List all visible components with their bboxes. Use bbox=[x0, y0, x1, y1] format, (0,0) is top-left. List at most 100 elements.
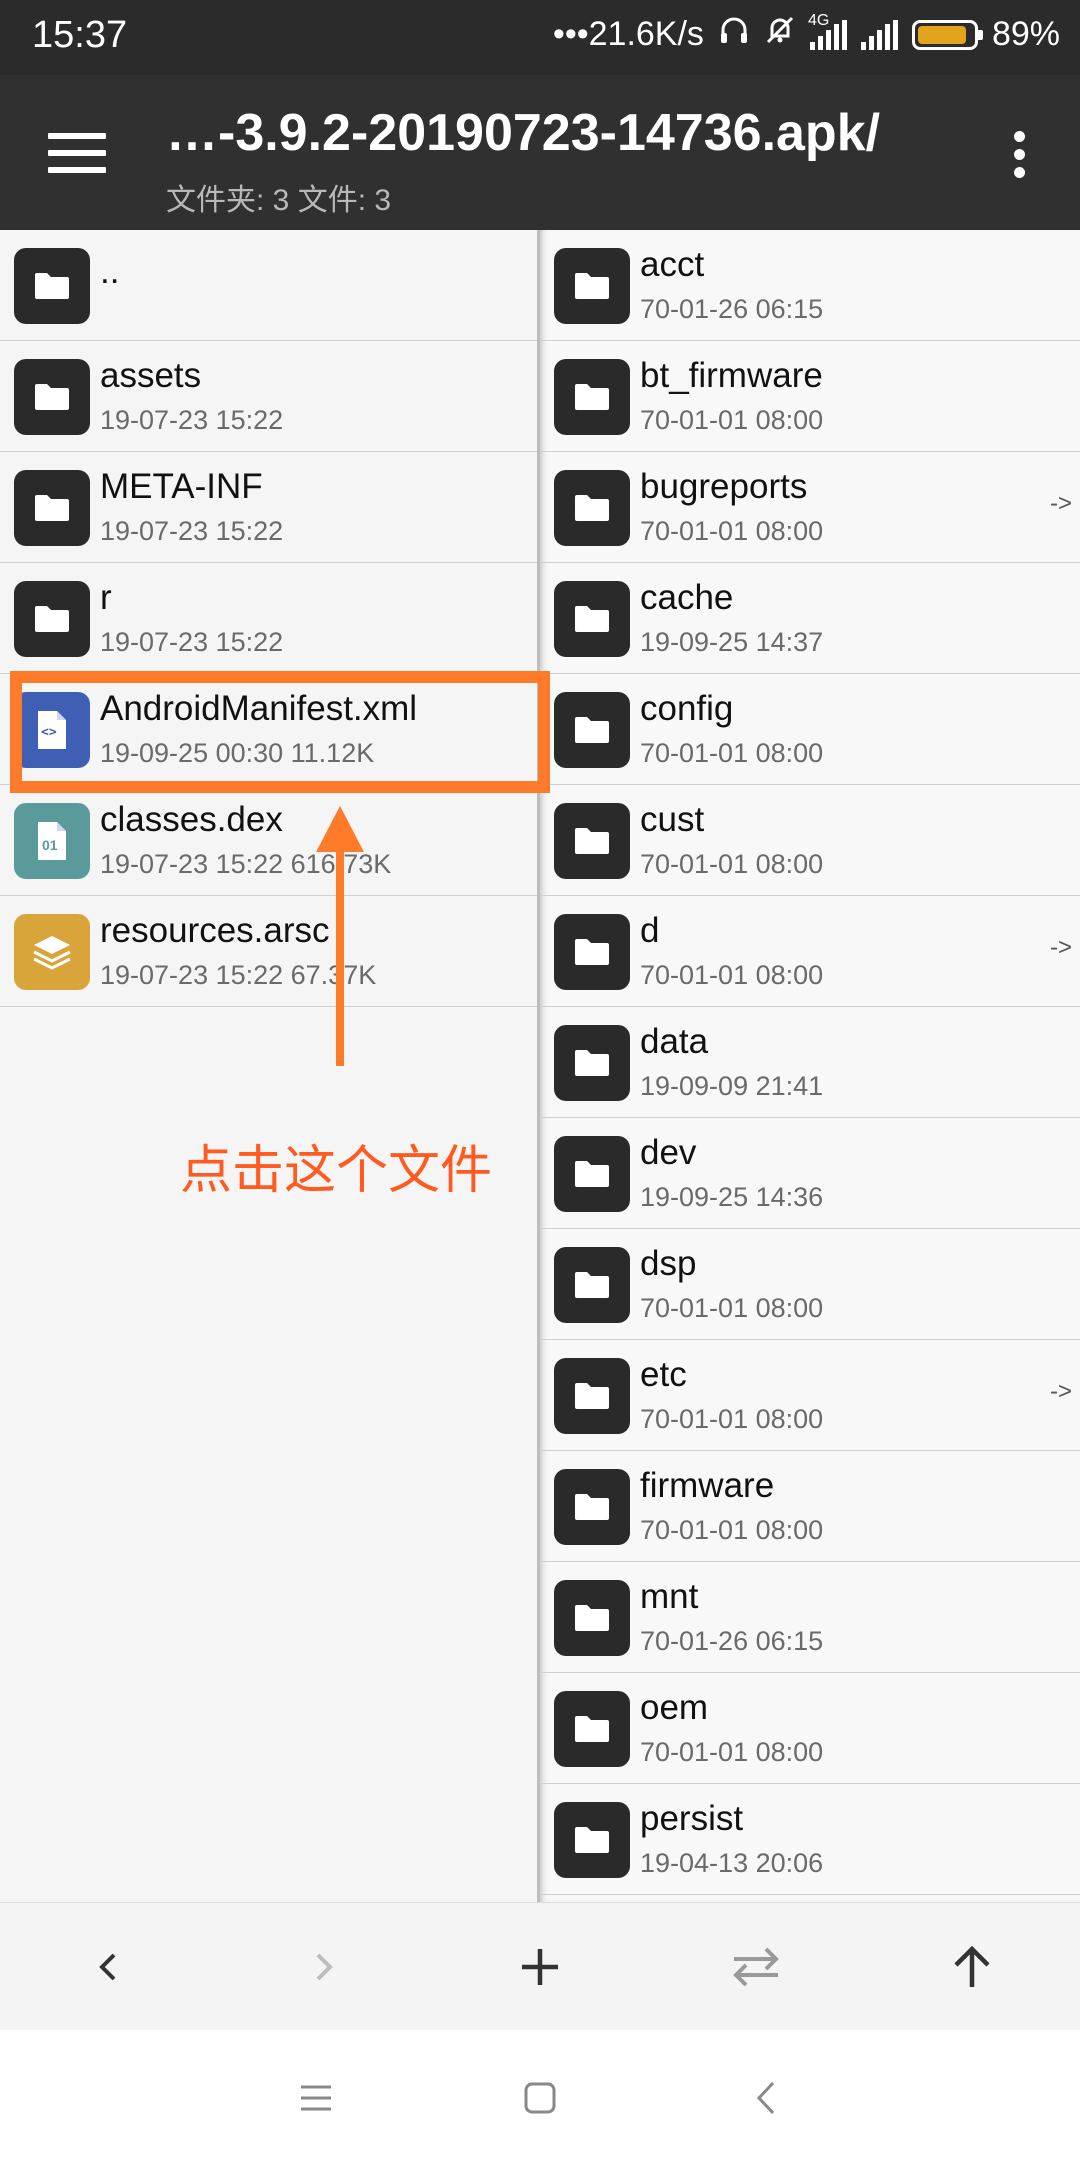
left_pane-item[interactable]: resources.arsc 19-07-23 15:22 67.37K bbox=[0, 896, 537, 1007]
file-name: bugreports bbox=[640, 467, 808, 506]
right-file-pane[interactable]: acct 70-01-26 06:15 bt_firmware 70-01-01 08… bbox=[540, 230, 1080, 1902]
folder-icon bbox=[14, 359, 90, 435]
status-icons: •••21.6K/s 4G 89% bbox=[552, 11, 1060, 55]
file-name: data bbox=[640, 1022, 709, 1061]
file-name: cust bbox=[640, 800, 705, 839]
symlink-indicator: -> bbox=[1049, 934, 1072, 961]
folder-icon bbox=[554, 803, 630, 879]
left_pane-item[interactable]: 01 classes.dex 19-07-23 15:22 616.73K bbox=[0, 785, 537, 896]
status-bar: 15:37 •••21.6K/s 4G 89% bbox=[0, 0, 1080, 75]
file-meta: 70-01-26 06:15 bbox=[640, 1626, 824, 1656]
file-meta: 70-01-01 08:00 bbox=[640, 405, 824, 435]
forward-arrow-icon[interactable] bbox=[288, 1931, 360, 2003]
back-icon[interactable] bbox=[736, 2068, 796, 2128]
file-meta: 19-09-09 21:41 bbox=[640, 1071, 824, 1101]
file-name: classes.dex bbox=[100, 800, 283, 839]
right_pane-item[interactable]: bt_firmware 70-01-01 08:00 bbox=[540, 341, 1080, 452]
left_pane-item[interactable]: assets 19-07-23 15:22 bbox=[0, 341, 537, 452]
folder-icon bbox=[554, 692, 630, 768]
dex-file-icon: 01 bbox=[14, 803, 90, 879]
home-icon[interactable] bbox=[510, 2068, 570, 2128]
highlight-box bbox=[10, 671, 550, 793]
menu-icon[interactable] bbox=[286, 2068, 346, 2128]
file-name: persist bbox=[640, 1799, 744, 1838]
network-type: 4G bbox=[807, 11, 830, 29]
folder-icon bbox=[14, 248, 90, 324]
left_pane-item[interactable]: r 19-07-23 15:22 bbox=[0, 563, 537, 674]
file-name: etc bbox=[640, 1355, 687, 1394]
right_pane-item[interactable]: acct 70-01-26 06:15 bbox=[540, 230, 1080, 341]
left_pane-item[interactable]: META-INF 19-07-23 15:22 bbox=[0, 452, 537, 563]
file-meta: 19-07-23 15:22 bbox=[100, 405, 284, 435]
battery-icon bbox=[911, 19, 983, 50]
file-meta: 19-07-23 15:22 616.73K bbox=[100, 849, 392, 879]
folder-icon bbox=[554, 359, 630, 435]
right_pane-item[interactable]: bugreports 70-01-01 08:00 -> bbox=[540, 452, 1080, 563]
status-time: 15:37 bbox=[32, 14, 128, 56]
file-name: r bbox=[100, 578, 112, 617]
mute-bell-icon bbox=[764, 14, 796, 55]
file-meta: 70-01-01 08:00 bbox=[640, 960, 824, 990]
annotation-arrow bbox=[336, 838, 344, 1066]
left_pane-item[interactable]: .. bbox=[0, 230, 537, 341]
folder-icon bbox=[554, 914, 630, 990]
file-meta: 70-01-01 08:00 bbox=[640, 849, 824, 879]
file-name: bt_firmware bbox=[640, 356, 823, 395]
right_pane-item[interactable]: dev 19-09-25 14:36 bbox=[540, 1118, 1080, 1229]
up-arrow-icon[interactable] bbox=[936, 1931, 1008, 2003]
right_pane-item[interactable]: config 70-01-01 08:00 bbox=[540, 674, 1080, 785]
folder-icon bbox=[554, 470, 630, 546]
net-speed: •••21.6K/s bbox=[552, 15, 704, 53]
file-meta: 19-07-23 15:22 67.37K bbox=[100, 960, 377, 990]
file-name: mnt bbox=[640, 1577, 699, 1616]
hamburger-icon[interactable] bbox=[48, 133, 106, 173]
file-meta: 70-01-01 08:00 bbox=[640, 1404, 824, 1434]
right_pane-item[interactable]: oem 70-01-01 08:00 bbox=[540, 1673, 1080, 1784]
file-meta: 70-01-01 08:00 bbox=[640, 1293, 824, 1323]
plus-icon[interactable] bbox=[504, 1931, 576, 2003]
bottom-action-bar bbox=[0, 1902, 1080, 2031]
overflow-icon[interactable] bbox=[1014, 131, 1026, 179]
left-file-pane[interactable]: .. assets 19-07-23 15:22 META-INF 19-07-23 1… bbox=[0, 230, 540, 1902]
system-nav-bar bbox=[0, 2030, 1080, 2160]
right_pane-item[interactable]: persist 19-04-13 20:06 bbox=[540, 1784, 1080, 1895]
back-arrow-icon[interactable] bbox=[72, 1931, 144, 2003]
folder-icon bbox=[554, 1580, 630, 1656]
folder-icon bbox=[554, 1802, 630, 1878]
folder-icon bbox=[14, 470, 90, 546]
folder-icon bbox=[554, 1358, 630, 1434]
file-name: dsp bbox=[640, 1244, 697, 1283]
folder-icon bbox=[554, 1025, 630, 1101]
right_pane-item[interactable]: mnt 70-01-26 06:15 bbox=[540, 1562, 1080, 1673]
right_pane-item[interactable]: d 70-01-01 08:00 -> bbox=[540, 896, 1080, 1007]
file-meta: 70-01-01 08:00 bbox=[640, 516, 824, 546]
file-meta: 19-09-25 14:36 bbox=[640, 1182, 824, 1212]
file-meta: 19-09-25 14:37 bbox=[640, 627, 824, 657]
file-name: cache bbox=[640, 578, 734, 617]
file-name: resources.arsc bbox=[100, 911, 330, 950]
symlink-indicator: -> bbox=[1049, 490, 1072, 517]
right_pane-item[interactable]: dsp 70-01-01 08:00 bbox=[540, 1229, 1080, 1340]
file-meta: 19-04-13 20:06 bbox=[640, 1848, 824, 1878]
app-toolbar: …-3.9.2-20190723-14736.apk/ 文件夹: 3 文件: 3 bbox=[0, 75, 1080, 230]
file-meta: 70-01-01 08:00 bbox=[640, 738, 824, 768]
file-name: config bbox=[640, 689, 734, 728]
swap-icon[interactable] bbox=[720, 1931, 792, 2003]
right_pane-item[interactable]: etc 70-01-01 08:00 -> bbox=[540, 1340, 1080, 1451]
file-meta: 19-07-23 15:22 bbox=[100, 516, 284, 546]
right_pane-item[interactable]: data 19-09-09 21:41 bbox=[540, 1007, 1080, 1118]
file-name: dev bbox=[640, 1133, 697, 1172]
symlink-indicator: -> bbox=[1049, 1378, 1072, 1405]
right_pane-item[interactable]: cust 70-01-01 08:00 bbox=[540, 785, 1080, 896]
right_pane-item[interactable]: cache 19-09-25 14:37 bbox=[540, 563, 1080, 674]
folder-icon bbox=[554, 581, 630, 657]
right_pane-item[interactable]: firmware 70-01-01 08:00 bbox=[540, 1451, 1080, 1562]
file-name: .. bbox=[100, 252, 120, 291]
path-subtitle: 文件夹: 3 文件: 3 bbox=[166, 184, 392, 217]
file-name: d bbox=[640, 911, 660, 950]
file-meta: 70-01-26 06:15 bbox=[640, 294, 824, 324]
layers-file-icon bbox=[14, 914, 90, 990]
headphone-icon bbox=[718, 14, 750, 55]
battery-fill bbox=[917, 25, 966, 44]
battery-percent: 89% bbox=[991, 15, 1060, 53]
